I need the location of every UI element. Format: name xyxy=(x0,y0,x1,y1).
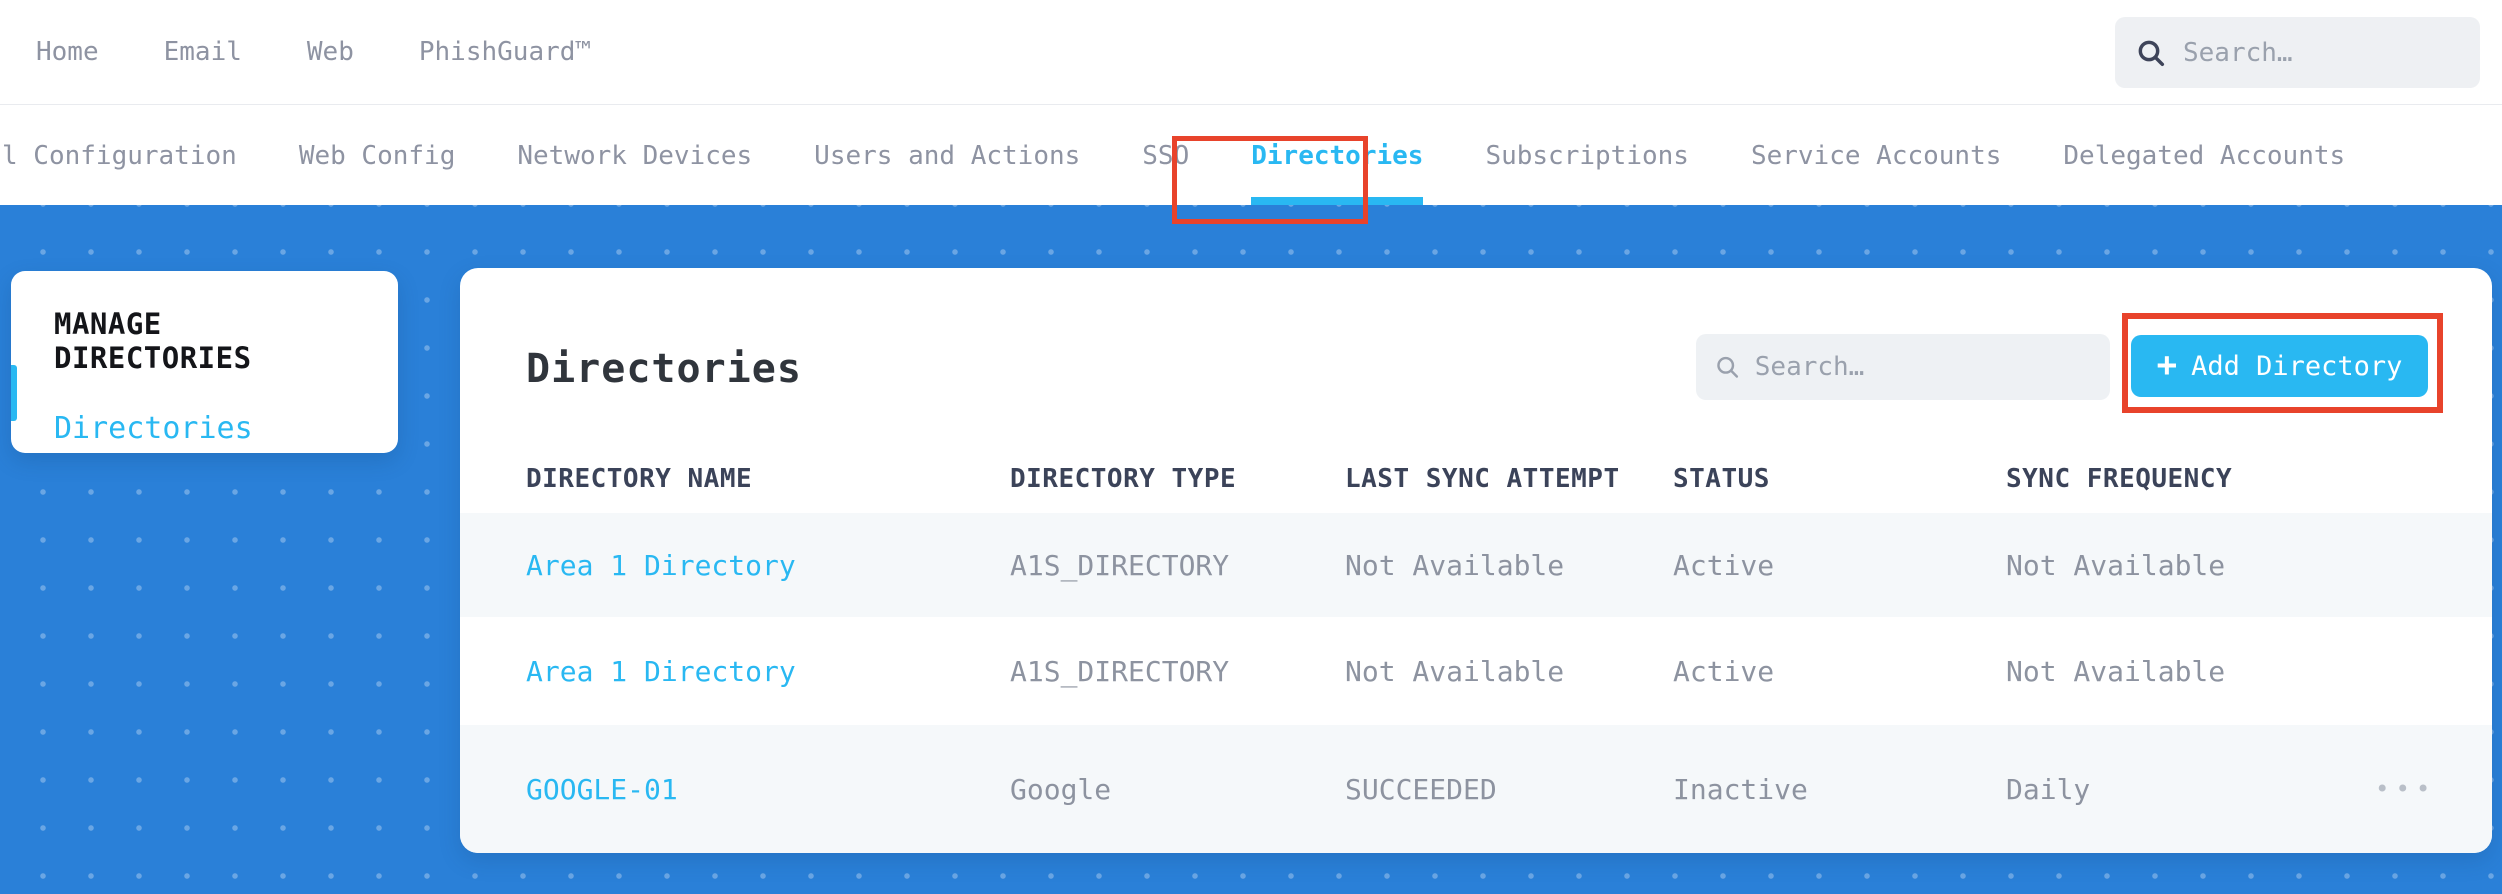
column-header-status: STATUS xyxy=(1673,464,1770,494)
tab-network-devices[interactable]: Network Devices xyxy=(517,106,752,205)
nav-item-home[interactable]: Home xyxy=(36,37,99,67)
status-cell: Inactive xyxy=(1673,772,1808,806)
last-sync-attempt-cell: SUCCEEDED xyxy=(1345,772,1497,806)
directories-search-input[interactable] xyxy=(1754,352,2092,382)
nav-item-phishguard[interactable]: PhishGuard™ xyxy=(419,37,591,67)
table-header-row: DIRECTORY NAME DIRECTORY TYPE LAST SYNC AT… xyxy=(460,445,2492,513)
tab-users-and-actions[interactable]: Users and Actions xyxy=(814,106,1080,205)
table-row[interactable]: Area 1 Directory A1S_DIRECTORY Not Availab… xyxy=(460,513,2492,617)
global-search[interactable] xyxy=(2115,17,2480,88)
global-search-input[interactable] xyxy=(2183,37,2460,68)
column-header-last-sync-attempt: LAST SYNC ATTEMPT xyxy=(1345,464,1620,494)
row-menu-ellipsis-icon[interactable]: ••• xyxy=(2375,775,2436,803)
sync-frequency-cell: Not Available xyxy=(2006,548,2226,582)
status-cell: Active xyxy=(1673,548,1775,582)
tab-subscriptions[interactable]: Subscriptions xyxy=(1485,106,1689,205)
workspace-background: MANAGE DIRECTORIES Directories Directori… xyxy=(0,205,2502,894)
directories-panel: Directories + Add Directory DIRECTORY NA… xyxy=(460,268,2492,853)
tab-directories[interactable]: Directories xyxy=(1251,106,1424,205)
directory-type-cell: A1S_DIRECTORY xyxy=(1010,654,1230,688)
column-header-directory-type: DIRECTORY TYPE xyxy=(1010,464,1237,494)
status-cell: Active xyxy=(1673,654,1775,688)
directory-name-link[interactable]: Area 1 Directory xyxy=(526,549,1010,582)
nav-item-email[interactable]: Email xyxy=(164,37,242,67)
directory-name-link[interactable]: GOOGLE-01 xyxy=(526,773,1010,806)
tab-service-accounts[interactable]: Service Accounts xyxy=(1751,106,2001,205)
row-actions-cell: ••• xyxy=(2375,775,2492,803)
tab-delegated-accounts[interactable]: Delegated Accounts xyxy=(2063,106,2345,205)
plus-icon: + xyxy=(2156,344,2178,385)
add-directory-button[interactable]: + Add Directory xyxy=(2131,335,2428,397)
table-row[interactable]: Area 1 Directory A1S_DIRECTORY Not Availab… xyxy=(460,617,2492,725)
active-item-indicator xyxy=(11,365,17,421)
table-body: Area 1 Directory A1S_DIRECTORY Not Availab… xyxy=(460,513,2492,853)
sidebar-item-directories[interactable]: Directories xyxy=(54,411,356,446)
column-header-sync-frequency: SYNC FREQUENCY xyxy=(2006,464,2233,494)
directory-name-link[interactable]: Area 1 Directory xyxy=(526,655,1010,688)
search-icon xyxy=(1717,356,1739,378)
directory-type-cell: A1S_DIRECTORY xyxy=(1010,548,1230,582)
tab-l-configuration[interactable]: l Configuration xyxy=(2,106,237,205)
card-title: MANAGE DIRECTORIES xyxy=(54,307,252,375)
nav-item-web[interactable]: Web xyxy=(307,37,354,67)
last-sync-attempt-cell: Not Available xyxy=(1345,654,1565,688)
tab-web-config[interactable]: Web Config xyxy=(299,106,456,205)
search-icon xyxy=(2138,40,2165,66)
manage-directories-card: MANAGE DIRECTORIES Directories xyxy=(11,271,398,453)
app-screen: Home Email Web PhishGuard™ l Configuration W… xyxy=(0,0,2502,894)
sync-frequency-cell: Daily xyxy=(2006,772,2091,806)
column-header-directory-name: DIRECTORY NAME xyxy=(526,464,753,494)
sync-frequency-cell: Not Available xyxy=(2006,654,2226,688)
directories-table: DIRECTORY NAME DIRECTORY TYPE LAST SYNC AT… xyxy=(460,445,2492,853)
page-title: Directories xyxy=(526,346,802,392)
directories-search[interactable] xyxy=(1696,334,2110,400)
add-directory-label: Add Directory xyxy=(2191,350,2403,382)
secondary-nav: l Configuration Web Config Network Devices… xyxy=(0,106,2502,205)
table-row[interactable]: GOOGLE-01 Google SUCCEEDED Inactive Daily ••• xyxy=(460,725,2492,853)
tab-sso[interactable]: SSO xyxy=(1142,106,1189,205)
last-sync-attempt-cell: Not Available xyxy=(1345,548,1565,582)
directory-type-cell: Google xyxy=(1010,772,1112,806)
